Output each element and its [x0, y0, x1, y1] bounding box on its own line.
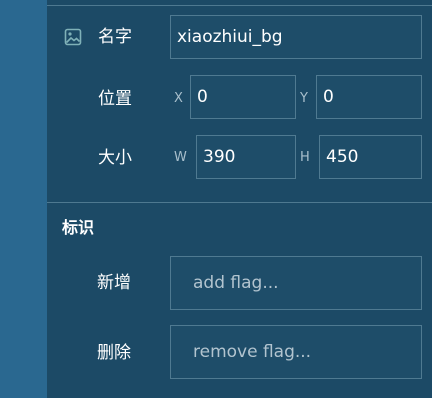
left-strip: [0, 0, 47, 398]
position-y-field[interactable]: 0: [316, 75, 422, 119]
position-label: 位置: [98, 89, 132, 109]
add-flag-label: 新增: [97, 273, 131, 293]
w-axis-label: W: [174, 150, 187, 165]
add-flag-input[interactable]: add flag...: [170, 256, 422, 310]
position-x-field[interactable]: 0: [190, 75, 296, 119]
size-label: 大小: [98, 148, 132, 168]
y-axis-label: Y: [300, 91, 308, 106]
section-divider: [47, 202, 432, 203]
remove-flag-label: 删除: [97, 343, 131, 363]
name-field[interactable]: xiaozhiui_bg: [170, 15, 422, 59]
name-label: 名字: [98, 27, 132, 47]
flags-section-title: 标识: [62, 218, 95, 237]
image-icon: [64, 28, 82, 46]
top-divider: [47, 5, 432, 6]
size-h-field[interactable]: 450: [319, 135, 422, 179]
h-axis-label: H: [300, 150, 310, 165]
size-w-field[interactable]: 390: [196, 135, 296, 179]
remove-flag-input[interactable]: remove flag...: [170, 325, 422, 379]
x-axis-label: X: [174, 91, 183, 106]
